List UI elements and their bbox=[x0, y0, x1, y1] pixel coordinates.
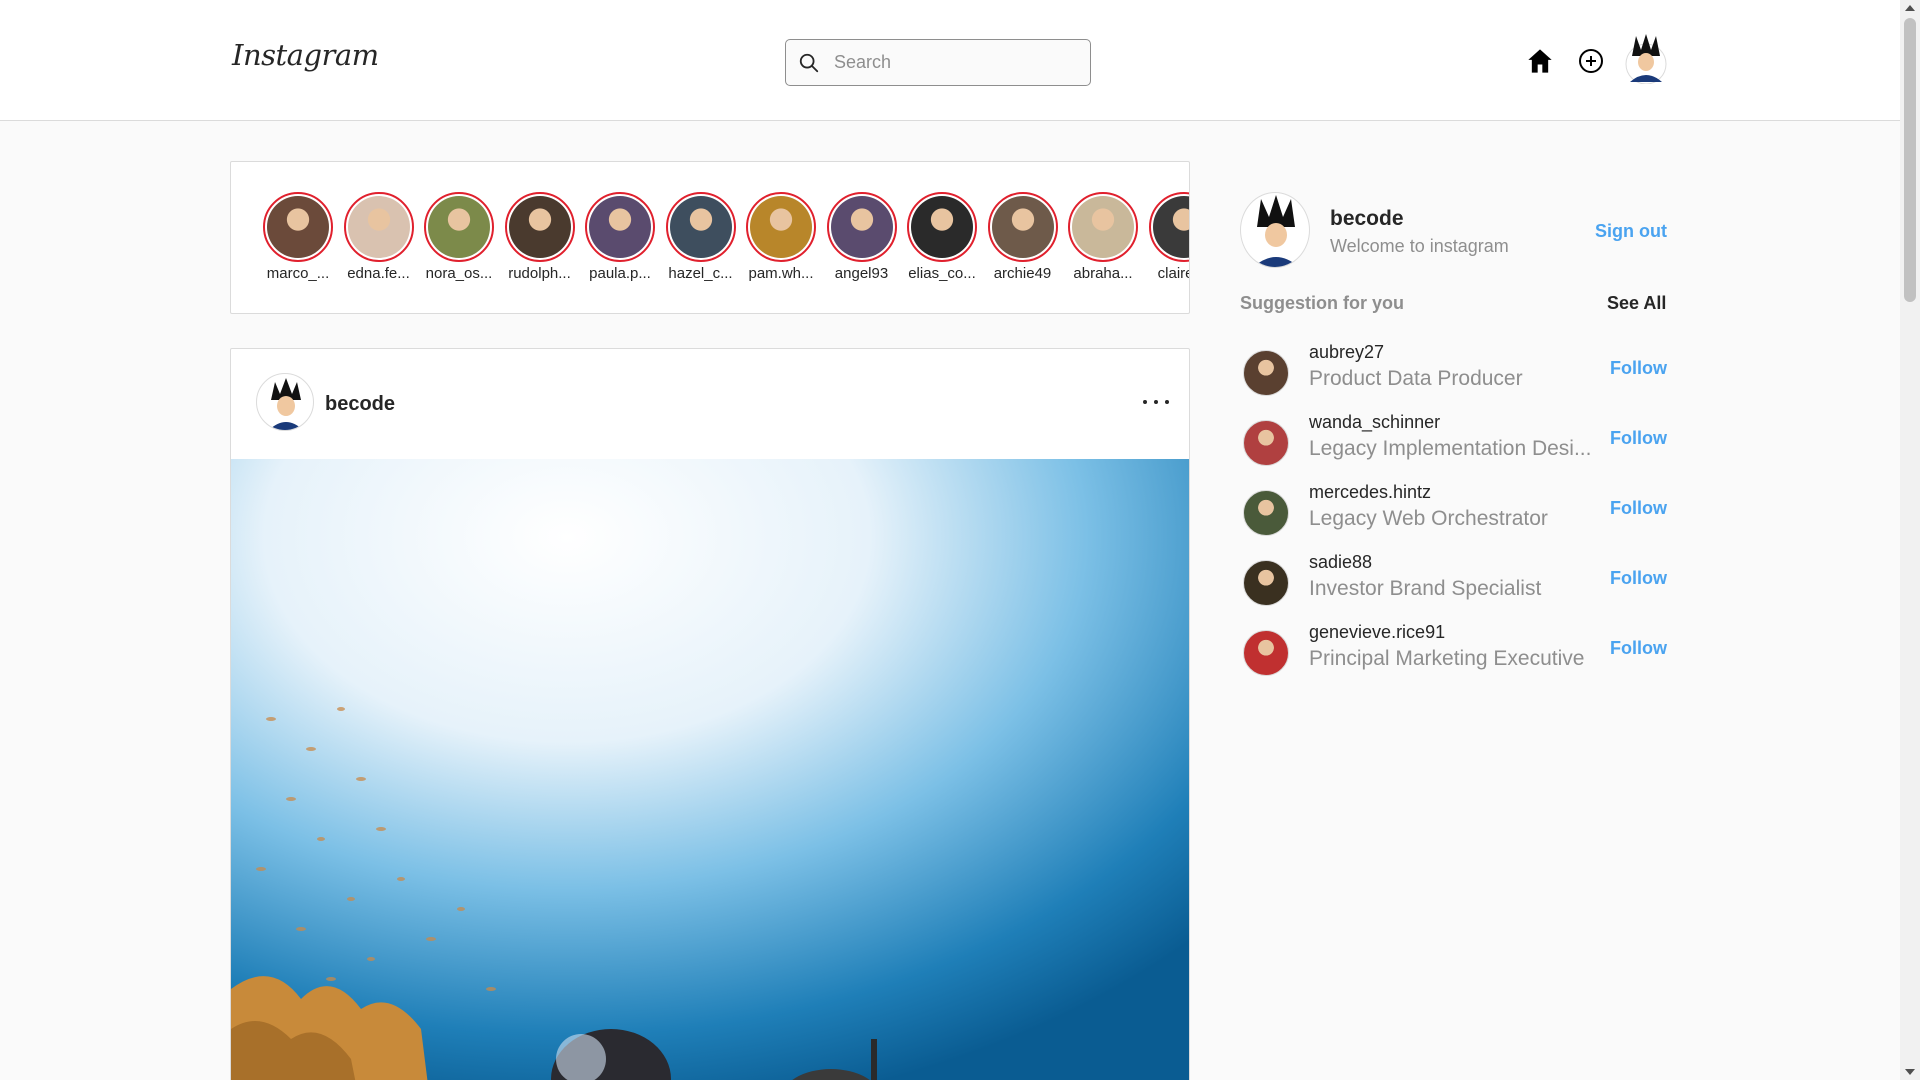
suggestion-username[interactable]: wanda_schinner bbox=[1309, 412, 1440, 433]
follow-button[interactable]: Follow bbox=[1610, 358, 1667, 379]
story-item[interactable]: rudolph... bbox=[502, 192, 578, 282]
instagram-logo[interactable]: Instagram bbox=[232, 38, 379, 72]
suggestion-username[interactable]: aubrey27 bbox=[1309, 342, 1384, 363]
suggestion-item: mercedes.hintz Legacy Web Orchestrator Fol… bbox=[1240, 480, 1667, 540]
suggestion-item: wanda_schinner Legacy Implementation Desi… bbox=[1240, 410, 1667, 470]
suggestion-avatar[interactable] bbox=[1243, 350, 1289, 396]
story-item[interactable]: pam.wh... bbox=[743, 192, 819, 282]
story-item[interactable]: claire_c bbox=[1146, 192, 1189, 282]
story-username: rudolph... bbox=[508, 265, 571, 282]
sign-out-button[interactable]: Sign out bbox=[1595, 221, 1667, 242]
story-avatar bbox=[267, 196, 329, 258]
follow-button[interactable]: Follow bbox=[1610, 498, 1667, 519]
suggestion-title-text: Product Data Producer bbox=[1309, 367, 1523, 390]
suggestion-title-text: Legacy Implementation Desi... bbox=[1309, 437, 1592, 460]
story-avatar bbox=[589, 196, 651, 258]
post-image bbox=[231, 459, 1189, 1080]
search-input[interactable] bbox=[834, 52, 1064, 73]
story-username: edna.fe... bbox=[347, 265, 410, 282]
feed-post: becode bbox=[230, 348, 1190, 1080]
suggestion-username[interactable]: sadie88 bbox=[1309, 552, 1372, 573]
search-icon bbox=[799, 53, 819, 72]
story-ring bbox=[343, 192, 414, 262]
story-username: archie49 bbox=[993, 265, 1052, 282]
story-ring bbox=[826, 192, 897, 262]
page-scrollbar[interactable] bbox=[1900, 0, 1920, 1080]
story-item[interactable]: abraha... bbox=[1065, 192, 1141, 282]
story-avatar bbox=[347, 196, 410, 258]
story-ring bbox=[1148, 192, 1189, 262]
scroll-down-arrow-icon[interactable] bbox=[1905, 1069, 1915, 1075]
sidebar-welcome-text: Welcome to instagram bbox=[1330, 236, 1509, 256]
story-ring bbox=[665, 192, 736, 262]
story-username: marco_... bbox=[266, 265, 330, 282]
sidebar-username[interactable]: becode bbox=[1330, 207, 1404, 231]
story-ring bbox=[987, 192, 1058, 262]
suggestion-title-text: Principal Marketing Executive bbox=[1309, 647, 1585, 670]
story-ring bbox=[1068, 192, 1138, 262]
story-ring bbox=[585, 192, 655, 262]
post-author-avatar[interactable] bbox=[256, 373, 314, 431]
story-avatar bbox=[669, 196, 732, 258]
suggestion-avatar[interactable] bbox=[1243, 420, 1289, 466]
suggestion-item: aubrey27 Product Data Producer Follow bbox=[1240, 340, 1667, 400]
more-options-icon[interactable] bbox=[1143, 393, 1169, 411]
story-username: abraha... bbox=[1073, 265, 1133, 282]
scroll-up-arrow-icon[interactable] bbox=[1905, 5, 1915, 11]
story-avatar bbox=[508, 196, 571, 258]
scrollbar-thumb[interactable] bbox=[1904, 18, 1916, 302]
story-username: paula.p... bbox=[589, 265, 651, 282]
story-username: hazel_c... bbox=[668, 265, 733, 282]
story-avatar bbox=[830, 196, 893, 258]
profile-avatar[interactable] bbox=[1624, 34, 1668, 84]
suggestion-avatar[interactable] bbox=[1243, 630, 1289, 676]
story-avatar bbox=[911, 196, 973, 258]
suggestion-title-text: Investor Brand Specialist bbox=[1309, 577, 1542, 600]
suggestion-title-text: Legacy Web Orchestrator bbox=[1309, 507, 1548, 530]
story-ring bbox=[424, 192, 494, 262]
follow-button[interactable]: Follow bbox=[1610, 568, 1667, 589]
story-ring bbox=[907, 192, 977, 262]
story-ring bbox=[746, 192, 816, 262]
story-avatar bbox=[1152, 196, 1189, 258]
home-icon[interactable] bbox=[1526, 47, 1554, 75]
top-header: Instagram bbox=[0, 0, 1900, 121]
story-avatar bbox=[991, 196, 1054, 258]
suggestion-username[interactable]: mercedes.hintz bbox=[1309, 482, 1431, 503]
story-item[interactable]: archie49 bbox=[985, 192, 1061, 282]
story-avatar bbox=[750, 196, 812, 258]
story-item[interactable]: nora_os... bbox=[421, 192, 497, 282]
story-item[interactable]: hazel_c... bbox=[663, 192, 739, 282]
story-item[interactable]: edna.fe... bbox=[341, 192, 417, 282]
story-username: nora_os... bbox=[425, 265, 493, 282]
post-author-name[interactable]: becode bbox=[325, 393, 395, 416]
story-item[interactable]: paula.p... bbox=[582, 192, 658, 282]
story-avatar bbox=[1072, 196, 1134, 258]
story-ring bbox=[263, 192, 333, 262]
suggestion-avatar[interactable] bbox=[1243, 490, 1289, 536]
search-box[interactable] bbox=[785, 39, 1091, 86]
suggestion-item: sadie88 Investor Brand Specialist Follow bbox=[1240, 550, 1667, 610]
story-ring bbox=[504, 192, 575, 262]
story-item[interactable]: angel93 bbox=[824, 192, 900, 282]
add-post-icon[interactable] bbox=[1578, 48, 1604, 74]
follow-button[interactable]: Follow bbox=[1610, 428, 1667, 449]
story-username: elias_co... bbox=[908, 265, 976, 282]
suggestion-username[interactable]: genevieve.rice91 bbox=[1309, 622, 1445, 643]
sidebar-profile-avatar[interactable] bbox=[1240, 192, 1310, 268]
story-username: claire_c bbox=[1157, 265, 1189, 282]
story-item[interactable]: marco_... bbox=[260, 192, 336, 282]
story-avatar bbox=[428, 196, 490, 258]
suggestion-title: Suggestion for you bbox=[1240, 293, 1404, 313]
follow-button[interactable]: Follow bbox=[1610, 638, 1667, 659]
suggestion-avatar[interactable] bbox=[1243, 560, 1289, 606]
see-all-button[interactable]: See All bbox=[1607, 293, 1666, 314]
stories-tray: marco_... edna.fe... nora_os... rudolph... p… bbox=[230, 161, 1190, 314]
story-username: pam.wh... bbox=[748, 265, 814, 282]
story-item[interactable]: elias_co... bbox=[904, 192, 980, 282]
suggestion-item: genevieve.rice91 Principal Marketing Exec… bbox=[1240, 620, 1667, 680]
story-username: angel93 bbox=[834, 265, 889, 282]
